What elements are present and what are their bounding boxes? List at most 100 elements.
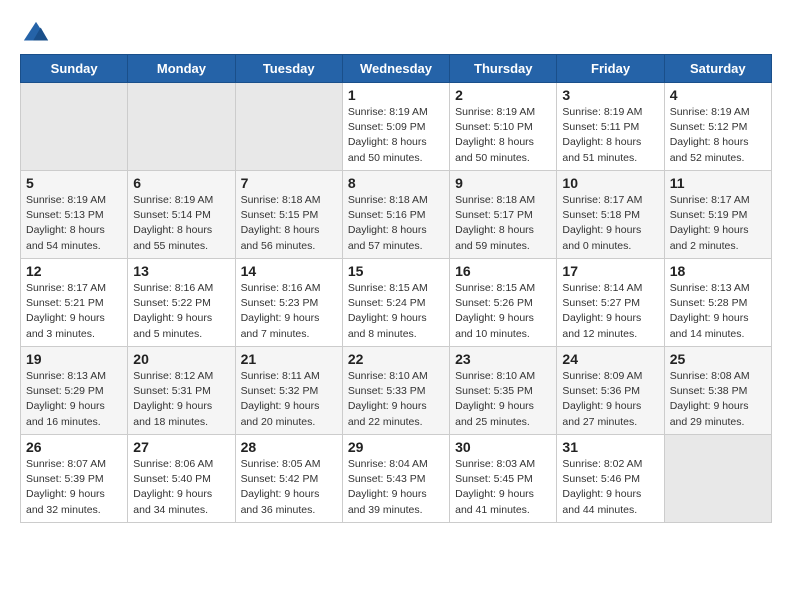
day-number: 13 xyxy=(133,263,229,279)
day-info: Sunrise: 8:18 AM Sunset: 5:15 PM Dayligh… xyxy=(241,193,337,254)
day-number: 22 xyxy=(348,351,444,367)
day-number: 25 xyxy=(670,351,766,367)
calendar-cell: 17 Sunrise: 8:14 AM Sunset: 5:27 PM Dayli… xyxy=(557,259,664,347)
day-info: Sunrise: 8:10 AM Sunset: 5:35 PM Dayligh… xyxy=(455,369,551,430)
day-info: Sunrise: 8:16 AM Sunset: 5:23 PM Dayligh… xyxy=(241,281,337,342)
day-info: Sunrise: 8:13 AM Sunset: 5:29 PM Dayligh… xyxy=(26,369,122,430)
page-header xyxy=(20,20,772,44)
day-info: Sunrise: 8:19 AM Sunset: 5:14 PM Dayligh… xyxy=(133,193,229,254)
weekday-header-row: SundayMondayTuesdayWednesdayThursdayFrid… xyxy=(21,55,772,83)
day-number: 23 xyxy=(455,351,551,367)
calendar-cell: 24 Sunrise: 8:09 AM Sunset: 5:36 PM Dayli… xyxy=(557,347,664,435)
calendar-week-row: 26 Sunrise: 8:07 AM Sunset: 5:39 PM Dayli… xyxy=(21,435,772,523)
day-number: 21 xyxy=(241,351,337,367)
calendar-cell: 6 Sunrise: 8:19 AM Sunset: 5:14 PM Daylig… xyxy=(128,171,235,259)
calendar-cell: 23 Sunrise: 8:10 AM Sunset: 5:35 PM Dayli… xyxy=(450,347,557,435)
day-number: 10 xyxy=(562,175,658,191)
day-number: 28 xyxy=(241,439,337,455)
weekday-header-friday: Friday xyxy=(557,55,664,83)
day-info: Sunrise: 8:19 AM Sunset: 5:09 PM Dayligh… xyxy=(348,105,444,166)
calendar-cell: 4Sunrise: 8:19 AM Sunset: 5:12 PM Daylig… xyxy=(664,83,771,171)
calendar-cell: 14 Sunrise: 8:16 AM Sunset: 5:23 PM Dayli… xyxy=(235,259,342,347)
logo xyxy=(20,20,50,44)
day-number: 27 xyxy=(133,439,229,455)
day-number: 6 xyxy=(133,175,229,191)
day-number: 11 xyxy=(670,175,766,191)
day-info: Sunrise: 8:06 AM Sunset: 5:40 PM Dayligh… xyxy=(133,457,229,518)
calendar-cell: 3 Sunrise: 8:19 AM Sunset: 5:11 PM Daylig… xyxy=(557,83,664,171)
weekday-header-monday: Monday xyxy=(128,55,235,83)
weekday-header-sunday: Sunday xyxy=(21,55,128,83)
calendar-week-row: 5 Sunrise: 8:19 AM Sunset: 5:13 PM Daylig… xyxy=(21,171,772,259)
day-number: 15 xyxy=(348,263,444,279)
calendar-cell: 11 Sunrise: 8:17 AM Sunset: 5:19 PM Dayli… xyxy=(664,171,771,259)
calendar-week-row: 12 Sunrise: 8:17 AM Sunset: 5:21 PM Dayli… xyxy=(21,259,772,347)
calendar-cell: 27 Sunrise: 8:06 AM Sunset: 5:40 PM Dayli… xyxy=(128,435,235,523)
day-info: Sunrise: 8:17 AM Sunset: 5:18 PM Dayligh… xyxy=(562,193,658,254)
calendar-table: SundayMondayTuesdayWednesdayThursdayFrid… xyxy=(20,54,772,523)
calendar-cell: 28Sunrise: 8:05 AM Sunset: 5:42 PM Dayli… xyxy=(235,435,342,523)
day-info: Sunrise: 8:10 AM Sunset: 5:33 PM Dayligh… xyxy=(348,369,444,430)
day-number: 18 xyxy=(670,263,766,279)
calendar-cell xyxy=(21,83,128,171)
calendar-cell: 16 Sunrise: 8:15 AM Sunset: 5:26 PM Dayli… xyxy=(450,259,557,347)
day-number: 1 xyxy=(348,87,444,103)
day-info: Sunrise: 8:13 AM Sunset: 5:28 PM Dayligh… xyxy=(670,281,766,342)
day-info: Sunrise: 8:09 AM Sunset: 5:36 PM Dayligh… xyxy=(562,369,658,430)
day-number: 8 xyxy=(348,175,444,191)
weekday-header-tuesday: Tuesday xyxy=(235,55,342,83)
calendar-cell: 18 Sunrise: 8:13 AM Sunset: 5:28 PM Dayli… xyxy=(664,259,771,347)
day-info: Sunrise: 8:11 AM Sunset: 5:32 PM Dayligh… xyxy=(241,369,337,430)
day-info: Sunrise: 8:16 AM Sunset: 5:22 PM Dayligh… xyxy=(133,281,229,342)
day-number: 4 xyxy=(670,87,766,103)
calendar-cell xyxy=(128,83,235,171)
calendar-cell: 12 Sunrise: 8:17 AM Sunset: 5:21 PM Dayli… xyxy=(21,259,128,347)
day-info: Sunrise: 8:03 AM Sunset: 5:45 PM Dayligh… xyxy=(455,457,551,518)
calendar-cell: 30 Sunrise: 8:03 AM Sunset: 5:45 PM Dayli… xyxy=(450,435,557,523)
calendar-week-row: 1 Sunrise: 8:19 AM Sunset: 5:09 PM Daylig… xyxy=(21,83,772,171)
calendar-cell: 7 Sunrise: 8:18 AM Sunset: 5:15 PM Daylig… xyxy=(235,171,342,259)
calendar-cell: 21 Sunrise: 8:11 AM Sunset: 5:32 PM Dayli… xyxy=(235,347,342,435)
calendar-cell: 20Sunrise: 8:12 AM Sunset: 5:31 PM Dayli… xyxy=(128,347,235,435)
calendar-cell: 10 Sunrise: 8:17 AM Sunset: 5:18 PM Dayli… xyxy=(557,171,664,259)
day-info: Sunrise: 8:19 AM Sunset: 5:11 PM Dayligh… xyxy=(562,105,658,166)
day-number: 2 xyxy=(455,87,551,103)
calendar-cell xyxy=(235,83,342,171)
day-number: 14 xyxy=(241,263,337,279)
day-number: 26 xyxy=(26,439,122,455)
day-info: Sunrise: 8:15 AM Sunset: 5:24 PM Dayligh… xyxy=(348,281,444,342)
calendar-cell: 8Sunrise: 8:18 AM Sunset: 5:16 PM Daylig… xyxy=(342,171,449,259)
day-info: Sunrise: 8:14 AM Sunset: 5:27 PM Dayligh… xyxy=(562,281,658,342)
day-number: 30 xyxy=(455,439,551,455)
day-info: Sunrise: 8:19 AM Sunset: 5:13 PM Dayligh… xyxy=(26,193,122,254)
day-number: 20 xyxy=(133,351,229,367)
day-number: 24 xyxy=(562,351,658,367)
logo-icon xyxy=(22,20,50,48)
day-number: 31 xyxy=(562,439,658,455)
day-info: Sunrise: 8:17 AM Sunset: 5:19 PM Dayligh… xyxy=(670,193,766,254)
day-number: 16 xyxy=(455,263,551,279)
weekday-header-thursday: Thursday xyxy=(450,55,557,83)
calendar-cell: 1 Sunrise: 8:19 AM Sunset: 5:09 PM Daylig… xyxy=(342,83,449,171)
day-info: Sunrise: 8:04 AM Sunset: 5:43 PM Dayligh… xyxy=(348,457,444,518)
day-number: 29 xyxy=(348,439,444,455)
day-number: 3 xyxy=(562,87,658,103)
day-info: Sunrise: 8:07 AM Sunset: 5:39 PM Dayligh… xyxy=(26,457,122,518)
calendar-cell: 22 Sunrise: 8:10 AM Sunset: 5:33 PM Dayli… xyxy=(342,347,449,435)
day-number: 12 xyxy=(26,263,122,279)
calendar-cell: 29 Sunrise: 8:04 AM Sunset: 5:43 PM Dayli… xyxy=(342,435,449,523)
day-number: 5 xyxy=(26,175,122,191)
day-number: 9 xyxy=(455,175,551,191)
day-info: Sunrise: 8:19 AM Sunset: 5:10 PM Dayligh… xyxy=(455,105,551,166)
weekday-header-wednesday: Wednesday xyxy=(342,55,449,83)
day-info: Sunrise: 8:08 AM Sunset: 5:38 PM Dayligh… xyxy=(670,369,766,430)
calendar-cell: 19Sunrise: 8:13 AM Sunset: 5:29 PM Dayli… xyxy=(21,347,128,435)
calendar-cell: 26 Sunrise: 8:07 AM Sunset: 5:39 PM Dayli… xyxy=(21,435,128,523)
calendar-cell: 31Sunrise: 8:02 AM Sunset: 5:46 PM Dayli… xyxy=(557,435,664,523)
calendar-cell xyxy=(664,435,771,523)
day-number: 17 xyxy=(562,263,658,279)
day-info: Sunrise: 8:17 AM Sunset: 5:21 PM Dayligh… xyxy=(26,281,122,342)
calendar-cell: 2 Sunrise: 8:19 AM Sunset: 5:10 PM Daylig… xyxy=(450,83,557,171)
day-number: 7 xyxy=(241,175,337,191)
day-info: Sunrise: 8:15 AM Sunset: 5:26 PM Dayligh… xyxy=(455,281,551,342)
